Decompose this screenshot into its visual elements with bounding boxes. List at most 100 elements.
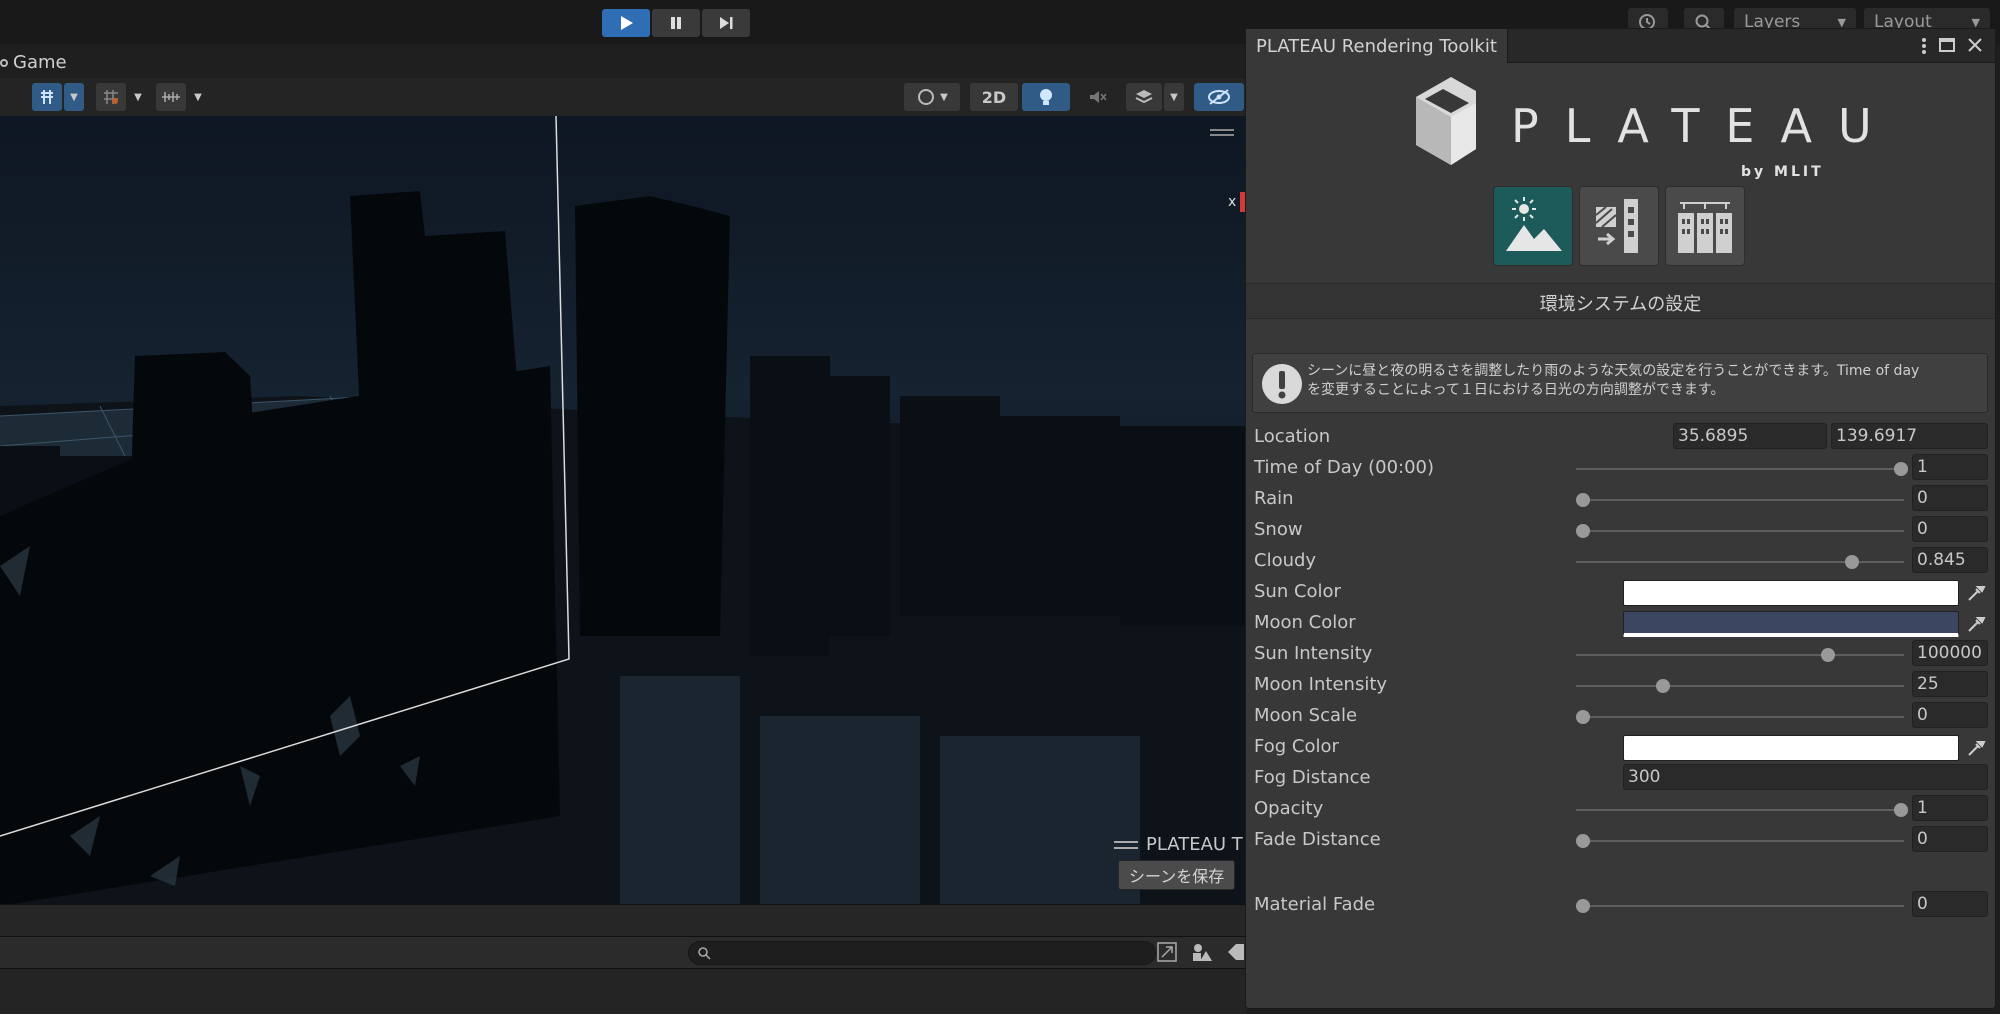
fog-color-swatch[interactable] (1623, 735, 1959, 761)
slider-thumb[interactable] (1576, 834, 1590, 848)
locate-icon (1157, 942, 1177, 962)
shading-icon (918, 89, 935, 105)
sun-intensity-field[interactable]: 100000 (1912, 640, 1988, 666)
eyedropper-icon[interactable] (1966, 738, 1986, 758)
plateau-toolkit-window: PLATEAU Rendering Toolkit PLATEAU by MLI… (1245, 28, 1996, 1009)
buildings-icon (1678, 202, 1732, 253)
effects-button[interactable] (1126, 83, 1162, 111)
moon-intensity-label: Moon Intensity (1254, 674, 1388, 695)
move-tool-button[interactable] (32, 83, 62, 111)
rain-field[interactable]: 0 (1912, 485, 1988, 511)
city-scene-render (0, 116, 1247, 904)
search-icon (698, 947, 711, 960)
eyedropper-icon[interactable] (1966, 583, 1986, 603)
sun-intensity-slider[interactable] (1576, 648, 1904, 662)
grid-snap-button[interactable] (96, 83, 126, 111)
bottom-panel-content (0, 968, 1247, 1014)
game-icon (0, 58, 8, 67)
plateau-overlay-header[interactable]: PLATEAU T (1114, 834, 1243, 855)
opacity-slider[interactable] (1576, 803, 1908, 817)
environment-mode-button[interactable] (1493, 186, 1573, 266)
chevron-down-icon: ▼ (1971, 15, 1980, 29)
chevron-down-icon: ▼ (940, 91, 948, 103)
building-placement-mode-button[interactable] (1665, 186, 1745, 266)
label-filter-button[interactable] (1226, 941, 1246, 963)
slider-thumb[interactable] (1894, 462, 1908, 476)
draw-mode-button[interactable]: ▼ (904, 83, 960, 111)
maximize-icon (1939, 38, 1955, 52)
filter-type-button[interactable] (1190, 941, 1214, 963)
latitude-field[interactable]: 35.6895 (1673, 423, 1827, 449)
step-button[interactable] (702, 9, 750, 37)
moon-intensity-slider[interactable] (1576, 679, 1904, 693)
cloudy-slider[interactable] (1576, 555, 1904, 569)
increment-snap-button[interactable] (156, 83, 186, 111)
snow-field[interactable]: 0 (1912, 516, 1988, 542)
sun-color-swatch[interactable] (1623, 580, 1959, 606)
fade-distance-label: Fade Distance (1254, 829, 1381, 850)
longitude-field[interactable]: 139.6917 (1831, 423, 1988, 449)
move-tool-dropdown[interactable]: ▼ (64, 83, 84, 111)
moon-color-swatch[interactable] (1623, 611, 1959, 637)
more-options-button[interactable] (1919, 35, 1929, 57)
info-text: シーンに昼と夜の明るさを調整したり雨のような天気の設定を行うことができます。Ti… (1307, 362, 1919, 400)
tag-icon (1228, 944, 1244, 960)
snow-slider[interactable] (1576, 524, 1904, 538)
fade-distance-field[interactable]: 0 (1912, 826, 1988, 852)
effects-dropdown[interactable]: ▼ (1164, 83, 1184, 111)
locate-button[interactable] (1156, 941, 1178, 963)
slider-thumb[interactable] (1844, 555, 1859, 569)
audio-toggle[interactable] (1076, 83, 1120, 111)
tab-plateau-toolkit[interactable]: PLATEAU Rendering Toolkit (1246, 29, 1508, 63)
info-help-box: シーンに昼と夜の明るさを調整したり雨のような天気の設定を行うことができます。Ti… (1252, 353, 1988, 413)
grid-snap-dropdown[interactable]: ▼ (128, 83, 148, 111)
scene-visibility-toggle[interactable] (1194, 83, 1244, 111)
section-title: 環境システムの設定 (1539, 294, 1702, 315)
slider-thumb[interactable] (1820, 648, 1835, 662)
material-fade-slider[interactable] (1576, 899, 1904, 913)
time-of-day-slider[interactable] (1576, 462, 1908, 476)
slider-thumb[interactable] (1576, 899, 1590, 913)
moon-intensity-field[interactable]: 25 (1912, 671, 1988, 697)
mute-icon (1090, 91, 1107, 103)
close-icon (1968, 38, 1982, 52)
slider-thumb[interactable] (1576, 524, 1590, 538)
lighting-toggle[interactable] (1022, 83, 1070, 111)
slider-thumb[interactable] (1576, 493, 1590, 507)
rain-label: Rain (1254, 488, 1294, 509)
eyedropper-icon[interactable] (1966, 614, 1986, 634)
scene-viewport[interactable]: x PLATEAU T シーンを保存 (0, 116, 1247, 904)
tab-game[interactable]: Game (0, 52, 67, 73)
chevron-down-icon: ▼ (194, 91, 202, 103)
moon-scale-field[interactable]: 0 (1912, 702, 1988, 728)
play-button[interactable] (602, 9, 650, 37)
time-of-day-field[interactable]: 1 (1912, 454, 1988, 480)
slider-thumb[interactable] (1576, 710, 1590, 724)
fade-distance-slider[interactable] (1576, 834, 1904, 848)
view-2d-button[interactable]: 2D (970, 83, 1018, 111)
shapes-icon (1193, 944, 1212, 961)
opacity-field[interactable]: 1 (1912, 795, 1988, 821)
close-button[interactable] (1966, 36, 1986, 56)
chevron-down-icon: ▼ (134, 91, 142, 103)
maximize-button[interactable] (1938, 36, 1958, 56)
save-scene-button[interactable]: シーンを保存 (1118, 860, 1236, 890)
console-search-input[interactable] (688, 941, 1156, 965)
material-fade-field[interactable]: 0 (1912, 891, 1988, 917)
logo-subtext: by MLIT (1741, 164, 1824, 180)
pause-button[interactable] (652, 9, 700, 37)
rain-slider[interactable] (1576, 493, 1904, 507)
cloudy-field[interactable]: 0.845 (1912, 547, 1988, 573)
plateau-logo-mark (1416, 77, 1476, 165)
fog-distance-field[interactable]: 300 (1623, 764, 1988, 790)
building-texture-mode-button[interactable] (1579, 186, 1659, 266)
save-scene-label: シーンを保存 (1129, 867, 1225, 886)
slider-thumb[interactable] (1894, 803, 1908, 817)
material-fade-label: Material Fade (1254, 894, 1376, 915)
location-label: Location (1254, 426, 1331, 447)
moon-scale-slider[interactable] (1576, 710, 1904, 724)
increment-snap-dropdown[interactable]: ▼ (188, 83, 208, 111)
layers-icon (1135, 90, 1153, 104)
slider-thumb[interactable] (1655, 679, 1670, 693)
building-texture-icon (1595, 199, 1638, 253)
